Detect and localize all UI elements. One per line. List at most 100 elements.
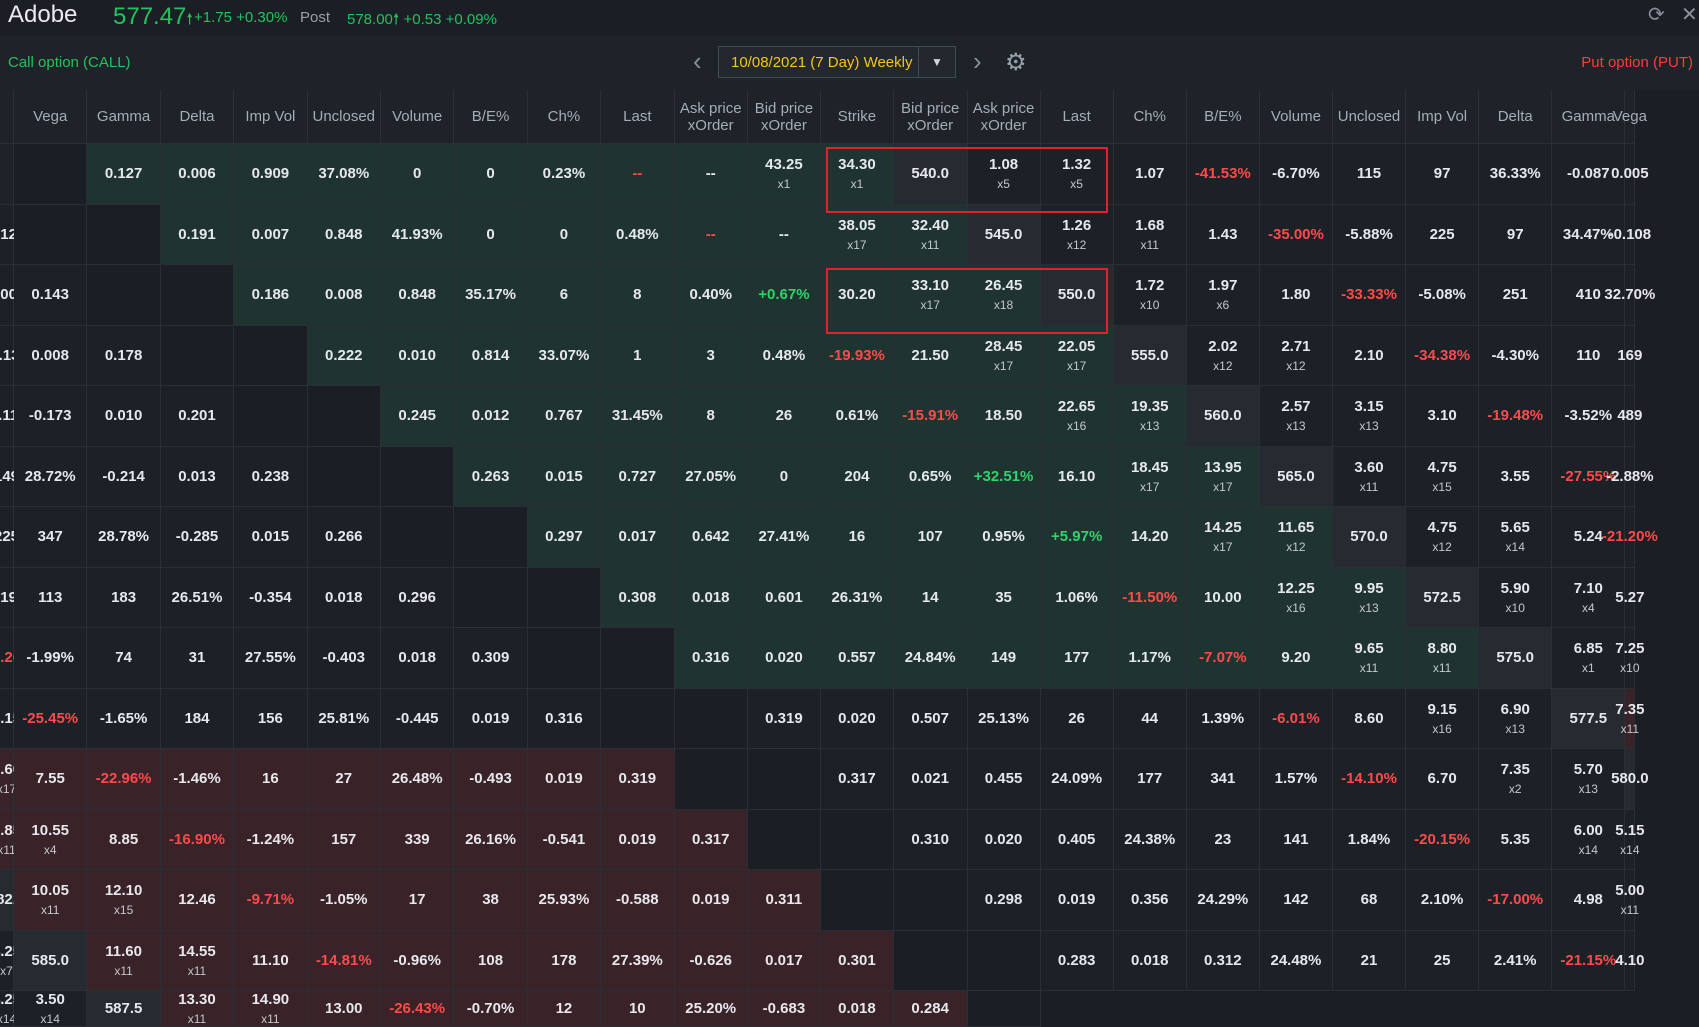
call-b-e-cell[interactable]: 0.48%	[601, 204, 675, 265]
call-header-b-e[interactable]: B/E%	[454, 90, 528, 144]
put-gamma-cell[interactable]: 0.008	[14, 325, 88, 386]
call-last-cell[interactable]: 6.70	[1406, 749, 1480, 810]
call-bid-cell[interactable]: 34.30 x1	[820, 144, 894, 205]
call-vega-cell[interactable]: 0.316	[674, 628, 748, 689]
call-b-e-cell[interactable]: 0.40%	[674, 265, 748, 326]
put-delta-cell[interactable]: -0.541	[527, 809, 602, 870]
call-b-e-cell[interactable]: 0.61%	[820, 386, 894, 447]
put-vega-cell[interactable]: 0.178	[87, 325, 161, 386]
call-ask-cell[interactable]: 9.65 x11	[1332, 628, 1407, 689]
put-vega-cell[interactable]: 0.317	[674, 809, 748, 870]
put-bid-cell[interactable]: 8.85x11	[0, 809, 21, 870]
put-bid-cell[interactable]: 1.26 x12	[1040, 204, 1114, 265]
call-b-e-cell[interactable]: 1.57%	[1259, 749, 1333, 810]
put-unclosed-cell[interactable]: 347	[14, 507, 88, 568]
call-bid-cell[interactable]: 13.95 x17	[1186, 446, 1260, 507]
call-unclosed-cell[interactable]: 177	[1113, 749, 1187, 810]
call-delta-cell[interactable]: 0.455	[967, 749, 1041, 810]
put-vega-cell[interactable]: 0.311	[747, 870, 821, 931]
put-unclosed-cell[interactable]: 178	[527, 930, 602, 991]
put-volume-cell[interactable]: 184	[160, 688, 235, 749]
call-volume-cell[interactable]: 44	[1113, 688, 1187, 749]
call-ch-cell[interactable]: +0.67%	[747, 265, 821, 326]
put-ch-cell[interactable]: -22.96%	[87, 749, 161, 810]
call-ch-cell[interactable]: +5.97%	[1040, 507, 1114, 568]
put-imp-vol-cell[interactable]: 28.72%	[14, 446, 88, 507]
call-delta-cell[interactable]: 0.909	[234, 144, 308, 205]
call-volume-cell[interactable]: 3	[674, 325, 748, 386]
put-delta-cell[interactable]: -0.403	[307, 628, 381, 689]
call-unclosed-cell[interactable]: 142	[1259, 870, 1333, 931]
put-vega-cell[interactable]: 0.124	[0, 204, 25, 265]
call-gamma-cell[interactable]: 0.020	[820, 688, 894, 749]
call-delta-cell[interactable]: 0.814	[454, 325, 528, 386]
put-unclosed-cell[interactable]: 97	[1406, 144, 1480, 205]
put-volume-cell[interactable]: 489	[1617, 386, 1642, 447]
call-b-e-cell[interactable]: 2.10%	[1406, 870, 1480, 931]
put-imp-vol-cell[interactable]: 27.55%	[234, 628, 308, 689]
put-bid-cell[interactable]: 11.60 x11	[87, 930, 161, 991]
call-ch-cell[interactable]: -11.50%	[1113, 567, 1187, 628]
call-ch-cell[interactable]: -14.10%	[1332, 749, 1407, 810]
call-header-ask-price-xorder[interactable]: Ask price xOrder	[674, 90, 748, 144]
strike-cell[interactable]: 585.0	[14, 930, 88, 991]
put-b-e-cell[interactable]: -1.99%	[14, 628, 88, 689]
call-b-e-cell[interactable]: 1.06%	[1040, 567, 1114, 628]
put-ask-cell[interactable]: 3.15 x13	[1332, 386, 1407, 447]
call-imp-vol-cell[interactable]: 24.48%	[1259, 930, 1333, 991]
strike-cell[interactable]: 577.5	[1552, 688, 1626, 749]
call-header-imp-vol[interactable]: Imp Vol	[234, 90, 308, 144]
call-ask-cell[interactable]: 12.25 x16	[1259, 567, 1333, 628]
call-delta-cell[interactable]: 0.848	[380, 265, 455, 326]
put-bid-cell[interactable]: 10.05 x11	[14, 870, 88, 931]
put-imp-vol-cell[interactable]: 25.81%	[307, 688, 381, 749]
strike-cell[interactable]: 570.0	[1332, 507, 1407, 568]
call-b-e-cell[interactable]: 0.48%	[747, 325, 821, 386]
put-b-e-cell[interactable]: -1.05%	[307, 870, 381, 931]
put-imp-vol-cell[interactable]: 25.93%	[527, 870, 602, 931]
put-volume-cell[interactable]: 17	[380, 870, 455, 931]
put-volume-cell[interactable]: 113	[14, 567, 88, 628]
call-ch-cell[interactable]: --	[601, 144, 675, 205]
call-ask-cell[interactable]: 43.25 x1	[747, 144, 821, 205]
call-imp-vol-cell[interactable]: 27.41%	[747, 507, 821, 568]
put-ch-cell[interactable]: -41.53%	[1186, 144, 1260, 205]
call-volume-cell[interactable]: 341	[1186, 749, 1260, 810]
put-last-cell[interactable]: 1.80	[1259, 265, 1333, 326]
put-gamma-cell[interactable]: 0.015	[234, 507, 308, 568]
put-vega-cell[interactable]: 0.319	[601, 749, 675, 810]
put-volume-cell[interactable]: 74	[87, 628, 161, 689]
put-delta-cell[interactable]: -0.285	[160, 507, 235, 568]
call-last-cell[interactable]: 16.10	[1040, 446, 1114, 507]
put-ch-cell[interactable]: -25.45%	[14, 688, 88, 749]
call-bid-cell[interactable]: 19.35 x13	[1113, 386, 1187, 447]
put-header-delta[interactable]: Delta	[1479, 90, 1553, 144]
call-volume-cell[interactable]: 35	[967, 567, 1041, 628]
put-imp-vol-cell[interactable]: 32.70%	[1604, 265, 1655, 326]
put-delta-cell[interactable]: -0.108	[1609, 204, 1651, 265]
call-gamma-cell[interactable]: 0.018	[674, 567, 748, 628]
call-ch-cell[interactable]: --	[674, 204, 748, 265]
strike-cell[interactable]: 555.0	[1113, 325, 1187, 386]
call-b-e-cell[interactable]: 0.23%	[527, 144, 602, 205]
strike-cell[interactable]: 545.0	[967, 204, 1041, 265]
put-delta-cell[interactable]: -0.588	[601, 870, 675, 931]
call-gamma-cell[interactable]: 0.015	[527, 446, 602, 507]
put-gamma-cell[interactable]: 0.018	[380, 628, 455, 689]
call-ask-cell[interactable]: 28.45 x17	[967, 325, 1041, 386]
put-bid-cell[interactable]: 6.85 x1	[1552, 628, 1626, 689]
put-ask-cell[interactable]: 14.90 x11	[234, 991, 308, 1027]
call-b-e-cell[interactable]: 1.84%	[1332, 809, 1407, 870]
strike-cell[interactable]: 575.0	[1479, 628, 1553, 689]
call-vega-cell[interactable]: 0.297	[527, 507, 602, 568]
call-delta-cell[interactable]: 0.767	[527, 386, 602, 447]
put-b-e-cell[interactable]: -5.08%	[1406, 265, 1480, 326]
call-imp-vol-cell[interactable]: 24.84%	[893, 628, 968, 689]
call-b-e-cell[interactable]: 1.39%	[1186, 688, 1260, 749]
put-vega-cell[interactable]: 0.309	[454, 628, 528, 689]
put-b-e-cell[interactable]: -4.30%	[1479, 325, 1553, 386]
put-delta-cell[interactable]: -0.136	[0, 325, 28, 386]
call-vega-cell[interactable]: 0.191	[160, 204, 235, 265]
call-ask-cell[interactable]: 14.25 x17	[1186, 507, 1260, 568]
call-last-cell[interactable]: 14.20	[1113, 507, 1187, 568]
